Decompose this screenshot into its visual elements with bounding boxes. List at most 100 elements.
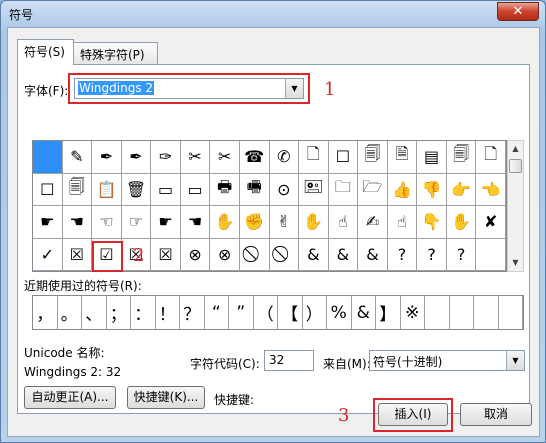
thumb-up-symbol-cell[interactable]: 👍 [387, 173, 418, 206]
empty-symbol-cell[interactable] [476, 238, 506, 271]
scissors-symbol-cell[interactable]: ✂ [210, 141, 240, 174]
recent-symbol-cell[interactable] [474, 296, 499, 329]
write-symbol-cell[interactable]: ✍ [358, 206, 388, 239]
palm-symbol-cell[interactable]: ✋ [299, 206, 329, 239]
pen-symbol-cell[interactable]: ✒ [121, 141, 152, 174]
recent-symbol-cell[interactable]: ： [131, 296, 156, 329]
pencil-symbol-cell[interactable]: ✎ [62, 141, 93, 174]
tape-symbol-cell[interactable]: 🖭 [299, 173, 329, 206]
scroll-up-icon[interactable]: ▲ [508, 141, 523, 157]
hand-right-outline-symbol-cell[interactable]: ☜ [92, 206, 122, 239]
recent-symbol-cell[interactable]: “ [205, 296, 229, 329]
unicode-name-label: Unicode 名称: [24, 346, 105, 360]
recent-symbol-cell[interactable]: ？ [180, 296, 205, 329]
victory-symbol-cell[interactable]: ✌ [269, 206, 300, 239]
phone-symbol-cell[interactable]: ☎ [239, 141, 270, 174]
handset-symbol-cell[interactable]: ✆ [269, 141, 300, 174]
window-symbol-cell[interactable]: ▭ [151, 173, 181, 206]
hand-open-symbol-cell[interactable]: ✋ [210, 206, 240, 239]
folder-open-symbol-cell[interactable]: 🗀 [328, 173, 359, 206]
pages-symbol-cell[interactable]: 🗐 [358, 141, 388, 174]
blank-page-symbol-cell[interactable]: ☐ [328, 141, 359, 174]
circle-x2-symbol-cell[interactable]: ⊗ [210, 238, 240, 271]
recent-symbol-cell[interactable]: （ [254, 296, 278, 329]
question-symbol-cell[interactable]: ? [387, 238, 418, 271]
pages2-symbol-cell[interactable]: 🗐 [62, 173, 93, 206]
char-code-input[interactable]: 32 [264, 350, 314, 371]
folder-open2-symbol-cell[interactable]: 🗁 [358, 173, 388, 206]
recent-symbol-cell[interactable]: & [352, 296, 376, 329]
cancel-button[interactable]: 取消 [460, 403, 532, 426]
ampersand3-symbol-cell[interactable]: & [358, 238, 388, 271]
scissors-symbol-cell[interactable]: ✂ [180, 141, 211, 174]
recent-symbol-cell[interactable]: ※ [401, 296, 425, 329]
recent-symbol-cell[interactable]: ） [303, 296, 327, 329]
tab-symbols[interactable]: 符号(S) [17, 39, 74, 65]
annotation-number-1: 1 [324, 79, 336, 100]
circle-x-symbol-cell[interactable]: ⊗ [180, 238, 211, 271]
point-up-symbol-cell[interactable]: ☝ [328, 206, 359, 239]
ampersand2-symbol-cell[interactable]: & [328, 238, 359, 271]
recent-symbol-cell[interactable] [425, 296, 450, 329]
point-left-symbol-cell[interactable]: 👈 [476, 173, 506, 206]
fountain-pen-symbol-cell[interactable]: ✑ [151, 141, 181, 174]
tab-special-characters[interactable]: 特殊字符(P) [73, 42, 158, 64]
recent-symbol-cell[interactable]: 【 [278, 296, 303, 329]
pen-symbol-cell[interactable]: ✒ [92, 141, 122, 174]
scroll-thumb[interactable] [509, 159, 522, 173]
recent-symbol-cell[interactable]: % [327, 296, 352, 329]
point-right-symbol-cell[interactable]: 👉 [446, 173, 477, 206]
x-mark-symbol-cell[interactable]: ✘ [476, 206, 506, 239]
from-select[interactable]: 符号(十进制) ▼ [369, 350, 525, 371]
docs-symbol-cell[interactable]: 🗐 [446, 141, 477, 174]
close-button[interactable]: ✕ [497, 2, 539, 21]
recent-symbol-cell[interactable] [499, 296, 523, 329]
hand-left-outline-symbol-cell[interactable]: ☞ [121, 206, 152, 239]
blank-symbol-cell[interactable] [33, 141, 63, 174]
point-down-symbol-cell[interactable]: 👇 [417, 206, 447, 239]
ampersand-symbol-cell[interactable]: & [299, 238, 329, 271]
chevron-down-icon[interactable]: ▼ [506, 351, 524, 370]
fist-symbol-cell[interactable]: ✊ [239, 206, 270, 239]
no-sign2-symbol-cell[interactable]: ⃠ [269, 238, 300, 271]
insert-button[interactable]: 插入(I) [378, 403, 448, 426]
scroll-down-icon[interactable]: ▼ [508, 255, 523, 271]
question3-symbol-cell[interactable]: ? [446, 238, 477, 271]
disc-symbol-cell[interactable]: ⊙ [269, 173, 300, 206]
recent-symbol-cell[interactable] [450, 296, 474, 329]
hand-left-symbol-cell[interactable]: ☚ [62, 206, 93, 239]
autocorrect-button[interactable]: 自动更正(A)... [24, 386, 116, 409]
recent-symbol-cell[interactable]: 】 [376, 296, 401, 329]
trash-symbol-cell[interactable]: 🗑 [121, 173, 152, 206]
clipboard-symbol-cell[interactable]: 📋 [92, 173, 122, 206]
recent-symbol-cell[interactable]: ； [107, 296, 131, 329]
box-symbol-cell[interactable]: ☐ [33, 173, 63, 206]
question2-symbol-cell[interactable]: ? [417, 238, 447, 271]
point-up2-symbol-cell[interactable]: ☝ [387, 206, 418, 239]
annotation-number-3: 3 [338, 405, 350, 426]
shortcut-key-button[interactable]: 快捷键(K)... [127, 386, 205, 409]
doc-symbol-cell[interactable]: 🗎 [387, 141, 418, 174]
hand-raise-symbol-cell[interactable]: ✋ [446, 206, 477, 239]
doc-lines-symbol-cell[interactable]: ▤ [417, 141, 447, 174]
ballot-x-symbol-cell[interactable]: ☒ [62, 238, 93, 271]
from-value: 符号(十进制) [373, 355, 443, 369]
recent-symbol-cell[interactable]: ， [33, 296, 58, 329]
ballot-x3-symbol-cell[interactable]: ☒ [151, 238, 181, 271]
window2-symbol-cell[interactable]: ▭ [180, 173, 211, 206]
page-fold-symbol-cell[interactable]: 🗋 [476, 141, 506, 174]
hand-left2-symbol-cell[interactable]: ☚ [180, 206, 211, 239]
recent-symbol-cell[interactable]: 。 [58, 296, 82, 329]
page-symbol-cell[interactable]: 🗋 [299, 141, 329, 174]
recent-symbol-cell[interactable]: 、 [82, 296, 107, 329]
fax-symbol-cell[interactable]: 🖷 [239, 173, 270, 206]
symbol-grid-scrollbar[interactable]: ▲ ▼ [507, 140, 524, 272]
printer-symbol-cell[interactable]: 🖶 [210, 173, 240, 206]
thumb-down-symbol-cell[interactable]: 👎 [417, 173, 447, 206]
recent-symbol-cell[interactable]: ！ [156, 296, 180, 329]
recent-symbol-cell[interactable]: ” [229, 296, 254, 329]
hand-right-symbol-cell[interactable]: ☛ [33, 206, 63, 239]
check-symbol-cell[interactable]: ✓ [33, 238, 63, 271]
no-sign-symbol-cell[interactable]: ⃠ [239, 238, 270, 271]
hand-right2-symbol-cell[interactable]: ☛ [151, 206, 181, 239]
